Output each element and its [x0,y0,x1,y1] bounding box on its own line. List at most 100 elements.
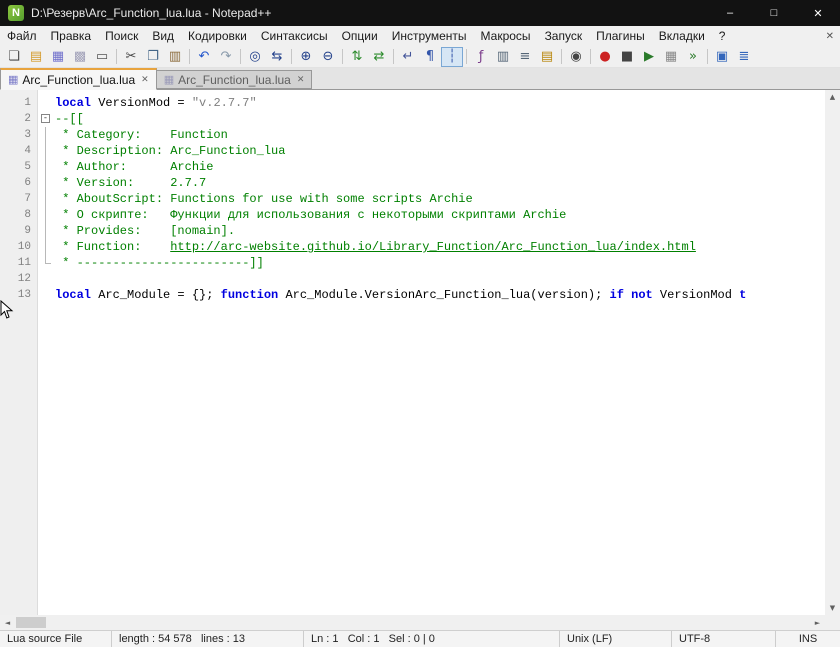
document-list-button[interactable]: ≡ [514,47,536,67]
show-indent-guide-button[interactable]: ┆ [441,46,463,67]
menubar-close-icon[interactable]: ✕ [826,31,834,42]
notepadpp-logo-icon: N [8,5,24,21]
status-encoding[interactable]: UTF-8 [672,631,776,647]
tab-arc-function-lua-inactive[interactable]: ▦ Arc_Function_lua.lua ✕ [156,70,313,89]
line-number[interactable]: 11 [0,255,38,271]
maximize-button[interactable]: □ [752,0,796,26]
open-file-button[interactable]: ▤ [25,47,47,67]
line-number[interactable]: 9 [0,223,38,239]
macro-play-button[interactable]: ▶ [638,47,660,67]
plugin-panel-icon: ≣ [738,49,750,64]
minimize-button[interactable]: – [708,0,752,26]
sync-vertical-scrolling-icon: ⇅ [351,49,363,64]
menu-window[interactable]: Вкладки [652,26,712,46]
menu-help[interactable]: ? [712,26,733,46]
code-line-1: 1 local VersionMod = "v.2.7.7" [0,95,825,111]
paste-icon: ▥ [168,49,182,64]
find-button[interactable]: ◎ [244,47,266,67]
line-number[interactable]: 10 [0,239,38,255]
fold-margin [38,159,53,175]
line-number[interactable]: 5 [0,159,38,175]
status-length-lines: length : 54 578 lines : 13 [112,631,304,647]
print-icon: ▭ [95,49,109,64]
macro-stop-button[interactable]: ■ [616,47,638,67]
tab-close-icon[interactable]: ✕ [141,75,149,85]
line-number[interactable]: 3 [0,127,38,143]
line-number[interactable]: 8 [0,207,38,223]
menu-file[interactable]: Файл [0,26,44,46]
macro-save-button[interactable]: ▦ [660,47,682,67]
menu-plugins[interactable]: Плагины [589,26,652,46]
menu-encoding[interactable]: Кодировки [181,26,254,46]
menu-run[interactable]: Запуск [538,26,590,46]
save-file-button[interactable]: ▦ [47,47,69,67]
sync-vertical-scrolling-button[interactable]: ⇅ [346,47,368,67]
line-number[interactable]: 13 [0,287,38,303]
word-wrap-icon: ↵ [402,49,414,64]
paste-button[interactable]: ▥ [164,47,186,67]
horizontal-scrollbar[interactable]: ◄ ► [0,615,825,630]
document-map-icon: ▥ [496,49,510,64]
status-insert-mode[interactable]: INS [776,631,840,647]
cut-button[interactable]: ✂ [120,47,142,67]
scroll-left-icon[interactable]: ◄ [0,619,15,627]
line-number[interactable]: 2 [0,111,38,127]
function-list-button[interactable]: ƒ [470,47,492,67]
zoom-in-button[interactable]: ⊕ [295,47,317,67]
document-map-button[interactable]: ▥ [492,47,514,67]
macro-stop-icon: ■ [620,49,634,64]
fold-margin [38,143,53,159]
line-number[interactable]: 12 [0,271,38,287]
line-number[interactable]: 7 [0,191,38,207]
menu-tools[interactable]: Инструменты [385,26,474,46]
monitoring-button[interactable]: ◉ [565,47,587,67]
code-text: --[[ [55,112,84,126]
menu-language[interactable]: Синтаксисы [254,26,335,46]
code-line-4: 4 * Description: Arc_Function_lua [0,143,825,159]
copy-button[interactable]: ❐ [142,47,164,67]
tab-bar: ▦ Arc_Function_lua.lua ✕ ▦ Arc_Function_… [0,68,840,90]
code-editor[interactable]: 1 local VersionMod = "v.2.7.7" 2- --[[3 * C… [0,90,825,615]
print-button[interactable]: ▭ [91,47,113,67]
show-all-characters-button[interactable]: ¶ [419,47,441,67]
horizontal-scroll-thumb[interactable] [16,617,46,628]
sync-horizontal-scrolling-icon: ⇄ [373,49,385,64]
status-eol-format[interactable]: Unix (LF) [560,631,672,647]
menu-view[interactable]: Вид [145,26,181,46]
toolbar-separator [561,49,562,64]
save-all-button[interactable]: ▩ [69,47,91,67]
new-file-button[interactable]: ❏ [3,47,25,67]
open-file-icon: ▤ [29,49,43,64]
folder-as-workspace-button[interactable]: ▤ [536,47,558,67]
scroll-right-icon[interactable]: ► [810,619,825,627]
scroll-down-icon[interactable]: ▼ [830,604,835,612]
plugin-document-switcher-button[interactable]: ▣ [711,47,733,67]
menu-settings[interactable]: Опции [335,26,385,46]
menu-macro[interactable]: Макросы [474,26,538,46]
macro-record-button[interactable]: ● [594,47,616,67]
scroll-up-icon[interactable]: ▲ [830,93,835,101]
sync-horizontal-scrolling-button[interactable]: ⇄ [368,47,390,67]
code-line-8: 8 * О скрипте: Функции для использования… [0,207,825,223]
zoom-out-button[interactable]: ⊖ [317,47,339,67]
line-number[interactable]: 6 [0,175,38,191]
menu-search[interactable]: Поиск [98,26,145,46]
replace-button[interactable]: ⇆ [266,47,288,67]
code-line-3: 3 * Category: Function [0,127,825,143]
menu-edit[interactable]: Правка [44,26,99,46]
tab-close-icon[interactable]: ✕ [297,75,305,85]
function-list-icon: ƒ [478,49,484,64]
tab-arc-function-lua-active[interactable]: ▦ Arc_Function_lua.lua ✕ [0,68,157,90]
line-number[interactable]: 4 [0,143,38,159]
line-number[interactable]: 1 [0,95,38,111]
redo-button[interactable]: ↷ [215,47,237,67]
vertical-scrollbar[interactable]: ▲ ▼ [825,90,840,615]
plugin-panel-button[interactable]: ≣ [733,47,755,67]
fold-collapse-icon[interactable]: - [38,111,53,127]
code-line-5: 5 * Author: Archie [0,159,825,175]
scrollbar-corner [825,615,840,630]
macro-run-multiple-button[interactable]: » [682,47,704,67]
word-wrap-button[interactable]: ↵ [397,47,419,67]
close-button[interactable]: ✕ [796,0,840,26]
undo-button[interactable]: ↶ [193,47,215,67]
